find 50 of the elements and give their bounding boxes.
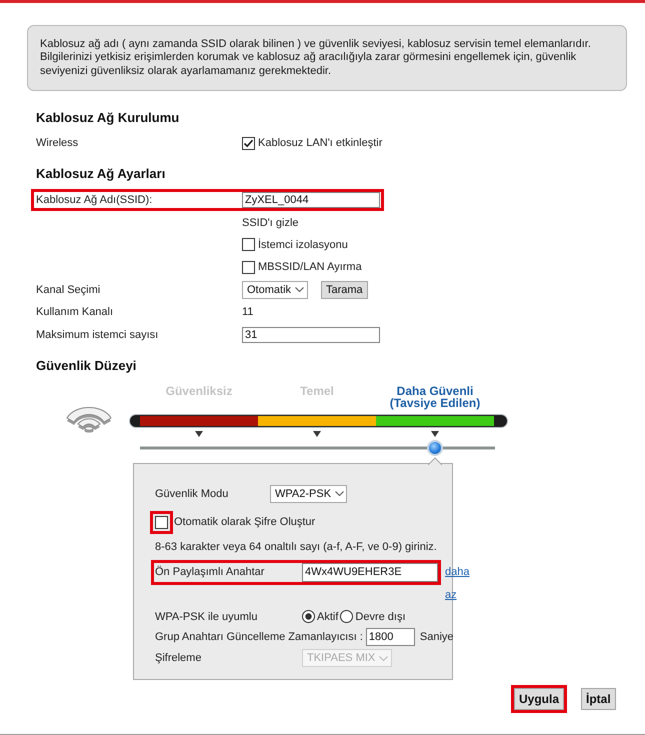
text-input[interactable]: 31	[242, 326, 380, 343]
checkbox-label: İstemci izolasyonu	[258, 238, 348, 251]
field-label: Kablosuz Ağ Adı(SSID):	[36, 194, 152, 206]
slider-thumb[interactable]	[427, 440, 443, 456]
checkbox[interactable]	[242, 238, 255, 252]
field-label: Grup Anahtarı Güncelleme Zamanlayıcısı :	[155, 630, 363, 643]
radio-button[interactable]	[302, 610, 315, 624]
checkbox[interactable]	[155, 516, 168, 529]
option-text: SSID'ı gizle	[242, 216, 299, 229]
info-text: Kablosuz ağ adı ( aynı zamanda SSID olarak bilinen ) ve güvenlik seviyesi, kablosuz servisin temel elemanlarıdır.	[40, 38, 592, 51]
cancel-button[interactable]: İptal	[581, 688, 616, 710]
chevron-down-icon	[335, 491, 344, 496]
section-heading: Güvenlik Düzeyi	[36, 356, 136, 375]
radio-label: Devre dışı	[355, 610, 406, 623]
field-label: Kanal Seçimi	[36, 284, 100, 296]
down-triangle-icon	[431, 430, 439, 437]
section-heading: Kablosuz Ağ Ayarları	[36, 164, 166, 183]
hint-text: 8-63 karakter veya 64 onaltılı sayı (a-f, A-F, ve 0-9) giriniz.	[155, 540, 437, 553]
checkbox[interactable]	[242, 136, 255, 150]
field-label: Maksimum istemci sayısı	[36, 328, 158, 341]
field-label: Wireless	[36, 137, 78, 150]
info-text: Bilgilerinizi yetkisiz erişimlerden korumak ve kablosuz ağ aracılığıyla zarar görmesini engellemek için, güvenlik seviyenizi güvenliksiz olarak ayarlamamanız gerekmektedir.	[40, 51, 578, 78]
dropdown[interactable]: Otomatik	[242, 280, 308, 299]
less-link[interactable]: daha az	[445, 560, 470, 607]
security-level-label[interactable]: Daha Güvenli (Tavsiye Edilen)	[381, 384, 489, 409]
chevron-down-icon	[295, 287, 304, 292]
checkbox-label: MBSSID/LAN Ayırma	[258, 261, 362, 274]
checkbox-label: Kablosuz LAN'ı etkinleştir	[258, 137, 382, 150]
text-input[interactable]: 4Wx4WU9EHER3E	[302, 562, 438, 582]
field-label: Kullanım Kanalı	[36, 306, 114, 318]
radio-label: Aktif	[317, 610, 338, 623]
field-label: WPA-PSK ile uyumlu	[155, 610, 258, 623]
down-triangle-icon	[195, 430, 203, 437]
field-label: Güvenlik Modu	[155, 488, 228, 500]
chevron-down-icon	[379, 656, 388, 661]
field-label: Ön Paylaşımlı Anahtar	[155, 566, 264, 578]
text-input[interactable]: 1800	[366, 628, 415, 646]
value-text: 11	[242, 306, 254, 318]
unit-label: Saniye	[420, 630, 454, 643]
wifi-icon	[65, 404, 113, 433]
down-triangle-icon	[313, 430, 321, 437]
section-heading: Kablosuz Ağ Kurulumu	[36, 109, 180, 127]
apply-button[interactable]: Uygula	[514, 688, 564, 710]
text-input[interactable]: ZyXEL_0044	[242, 192, 380, 208]
dropdown[interactable]: WPA2-PSK	[270, 484, 347, 503]
checkbox-label: Otomatik olarak Şifre Oluştur	[174, 516, 316, 528]
radio-button[interactable]	[340, 610, 354, 624]
checkbox[interactable]	[242, 260, 255, 274]
scan-button[interactable]: Tarama	[321, 280, 368, 299]
field-label: Şifreleme	[155, 652, 202, 664]
